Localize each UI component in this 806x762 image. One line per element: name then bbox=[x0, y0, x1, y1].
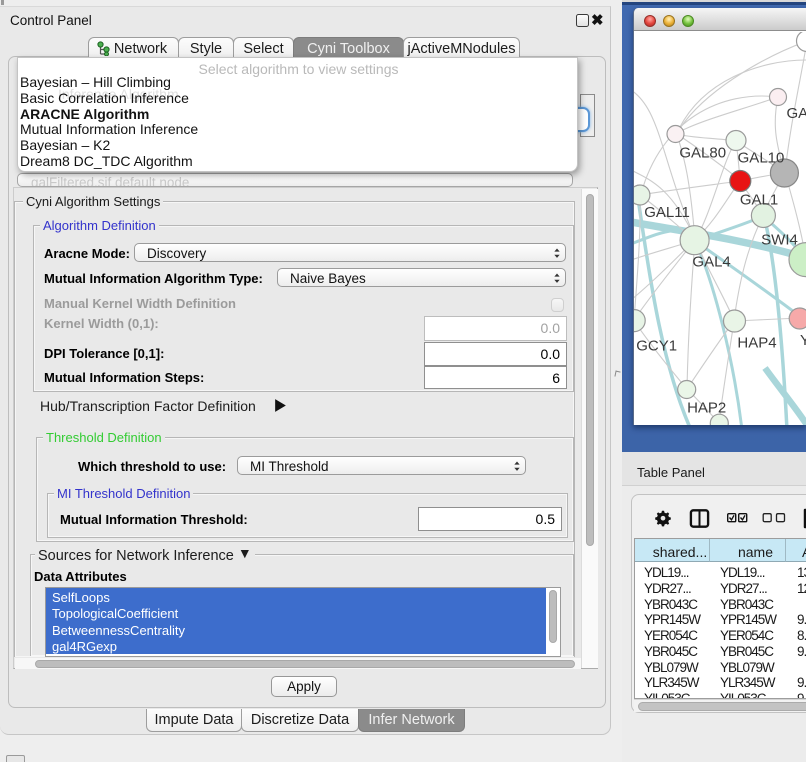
svg-text:GAL11: GAL11 bbox=[644, 204, 690, 221]
svg-text:GAL1: GAL1 bbox=[740, 192, 778, 209]
svg-text:GAL10: GAL10 bbox=[738, 150, 785, 167]
svg-text:HAP4: HAP4 bbox=[737, 335, 776, 352]
svg-text:GAL4: GAL4 bbox=[692, 254, 730, 271]
svg-text:Y: Y bbox=[800, 332, 806, 349]
svg-text:GCY1: GCY1 bbox=[636, 338, 677, 355]
svg-text:SWI4: SWI4 bbox=[761, 232, 798, 249]
svg-text:HAP2: HAP2 bbox=[687, 400, 726, 417]
svg-text:GAL7: GAL7 bbox=[787, 105, 806, 122]
svg-text:GAL80: GAL80 bbox=[679, 145, 726, 162]
